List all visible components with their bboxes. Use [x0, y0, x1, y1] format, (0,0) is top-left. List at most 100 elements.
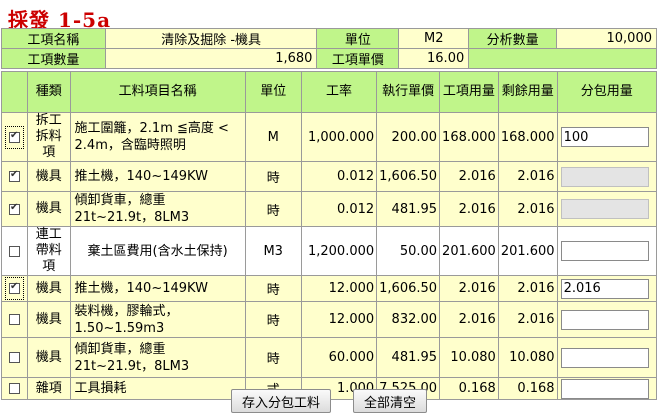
row-rate: 0.012 [300, 161, 378, 192]
row-kind: 拆工拆料項 [27, 112, 71, 162]
row-exec-price: 481.95 [376, 191, 441, 227]
row-checkbox-wrap [6, 309, 23, 330]
row-checkbox[interactable] [9, 245, 20, 257]
row-remaining-usage: 2.016 [497, 301, 558, 338]
header-filler [468, 48, 657, 69]
unit-price-label: 工項單價 [316, 48, 400, 69]
row-kind: 連工帶料項 [27, 226, 71, 276]
item-summary-table: 工項名稱 清除及掘除 -機具 單位 M2 分析數量 10,000 工項數量 1,… [1, 28, 657, 69]
row-exec-price: 50.00 [376, 226, 441, 276]
row-item-name: 棄土區費用(含水土保持) [69, 226, 246, 276]
row-item-usage: 2.016 [439, 191, 499, 227]
row-checkbox-wrap [6, 378, 23, 399]
row-remaining-usage: 201.600 [497, 226, 558, 276]
row-unit: 時 [244, 161, 302, 192]
row-item-usage: 2.016 [439, 275, 499, 302]
row-sub-cell [556, 112, 658, 162]
item-name-value: 清除及掘除 -機具 [104, 28, 318, 49]
save-subcontract-button[interactable]: 存入分包工料 [231, 389, 332, 413]
table-row: 連工帶料項 棄土區費用(含水土保持) M3 1,200.000 50.00 201.600… [1, 226, 658, 276]
row-checkbox-wrap [6, 241, 23, 262]
item-qty-value: 1,680 [104, 48, 318, 69]
row-kind: 機具 [27, 337, 71, 378]
subcontract-qty-input[interactable] [560, 378, 649, 399]
row-checkbox[interactable] [9, 169, 20, 182]
row-unit: 時 [244, 301, 302, 338]
table-row: 機具 裝料機，膠輪式，1.50~1.59m3 時 12.000 832.00 2.016 2… [1, 301, 658, 338]
row-exec-price: 200.00 [376, 112, 441, 162]
row-item-name: 推土機，140~149KW [69, 275, 246, 302]
table-body: 拆工拆料項施工圍籬，2.1m ≦高度 < 2.4m，含臨時照明M1,000.00… [1, 112, 658, 400]
row-remaining-usage: 2.016 [497, 275, 558, 302]
subcontract-qty-input[interactable] [560, 199, 649, 219]
header-item-name: 工料項目名稱 [69, 71, 246, 113]
row-remaining-usage: 168.000 [497, 112, 558, 162]
table-row: 機具推土機，140~149KW時0.0121,606.502.0162.016 [1, 161, 658, 192]
row-rate: 12.000 [300, 275, 378, 302]
header-subcontract-usage: 分包用量 [556, 71, 658, 113]
row-select-cell [1, 275, 28, 302]
row-select-cell [1, 112, 28, 162]
row-kind: 機具 [27, 161, 71, 192]
row-remaining-usage: 2.016 [497, 161, 558, 192]
row-exec-price: 832.00 [376, 301, 441, 338]
row-item-usage: 2.016 [439, 301, 499, 338]
row-item-name: 工具損耗 [69, 377, 246, 400]
row-rate: 0.012 [300, 191, 378, 227]
row-exec-price: 1,606.50 [376, 275, 441, 302]
row-sub-cell [556, 337, 658, 378]
row-checkbox[interactable] [9, 314, 20, 325]
row-checkbox[interactable] [9, 383, 20, 394]
row-exec-price: 481.95 [376, 337, 441, 378]
row-kind: 雜項 [27, 377, 71, 400]
analysis-qty-value: 10,000 [556, 28, 657, 49]
row-remaining-usage: 0.168 [497, 377, 558, 400]
subcontract-qty-input[interactable] [560, 309, 649, 330]
subcontract-qty-input[interactable] [560, 347, 649, 368]
row-item-usage: 201.600 [439, 226, 499, 276]
table-row: 拆工拆料項施工圍籬，2.1m ≦高度 < 2.4m，含臨時照明M1,000.00… [1, 112, 658, 162]
unit-label: 單位 [316, 28, 400, 49]
header-exec-price: 執行單價 [376, 71, 441, 113]
row-checkbox-wrap [6, 166, 23, 187]
row-item-name: 傾卸貨車，總重21t~21.9t，8LM3 [69, 337, 246, 378]
row-checkbox[interactable] [9, 281, 20, 294]
row-item-usage: 168.000 [439, 112, 499, 162]
row-sub-cell [556, 301, 658, 338]
row-unit: 時 [244, 337, 302, 378]
item-name-label: 工項名稱 [1, 28, 106, 49]
materials-table: 種類工料項目名稱單位工率執行單價工項用量剩餘用量分包用量 拆工拆料項施工圍籬，2… [1, 71, 658, 400]
row-item-usage: 0.168 [439, 377, 499, 400]
subcontract-qty-input[interactable] [560, 127, 649, 147]
row-kind: 機具 [27, 275, 71, 302]
row-checkbox-wrap [5, 125, 24, 149]
table-header-row: 種類 工料項目名稱 單位 工率 執行單價 工項用量 剩餘用量 分包用量 [1, 71, 658, 113]
row-checkbox[interactable] [9, 352, 20, 363]
row-item-name: 施工圍籬，2.1m ≦高度 < 2.4m，含臨時照明 [69, 112, 246, 162]
subcontract-qty-input[interactable] [560, 166, 649, 187]
row-unit: M3 [244, 226, 302, 276]
subcontract-qty-input[interactable] [560, 278, 649, 299]
header-select [1, 71, 28, 113]
row-unit: 時 [244, 191, 302, 227]
row-rate: 12.000 [300, 301, 378, 338]
row-item-name: 推土機，140~149KW [69, 161, 246, 192]
row-remaining-usage: 2.016 [497, 191, 558, 227]
analysis-qty-label: 分析數量 [468, 28, 558, 49]
row-select-cell [1, 377, 28, 400]
row-select-cell [1, 161, 28, 192]
unit-price-value: 16.00 [398, 48, 470, 69]
subcontract-qty-input[interactable] [560, 241, 649, 261]
table-row: 機具推土機，140~149KW時12.0001,606.502.0162.016 [1, 275, 658, 302]
row-unit: 時 [244, 275, 302, 302]
row-checkbox-wrap [5, 277, 24, 300]
row-checkbox[interactable] [9, 130, 20, 143]
header-kind: 種類 [27, 71, 71, 113]
table-row: 機具 傾卸貨車，總重21t~21.9t，8LM3 時 60.000 481.95 10.0… [1, 337, 658, 378]
clear-all-button[interactable]: 全部清空 [353, 389, 428, 413]
row-select-cell [1, 226, 28, 276]
row-rate: 1,200.000 [300, 226, 378, 276]
row-sub-cell [556, 377, 658, 400]
row-checkbox[interactable] [9, 202, 20, 215]
row-select-cell [1, 301, 28, 338]
